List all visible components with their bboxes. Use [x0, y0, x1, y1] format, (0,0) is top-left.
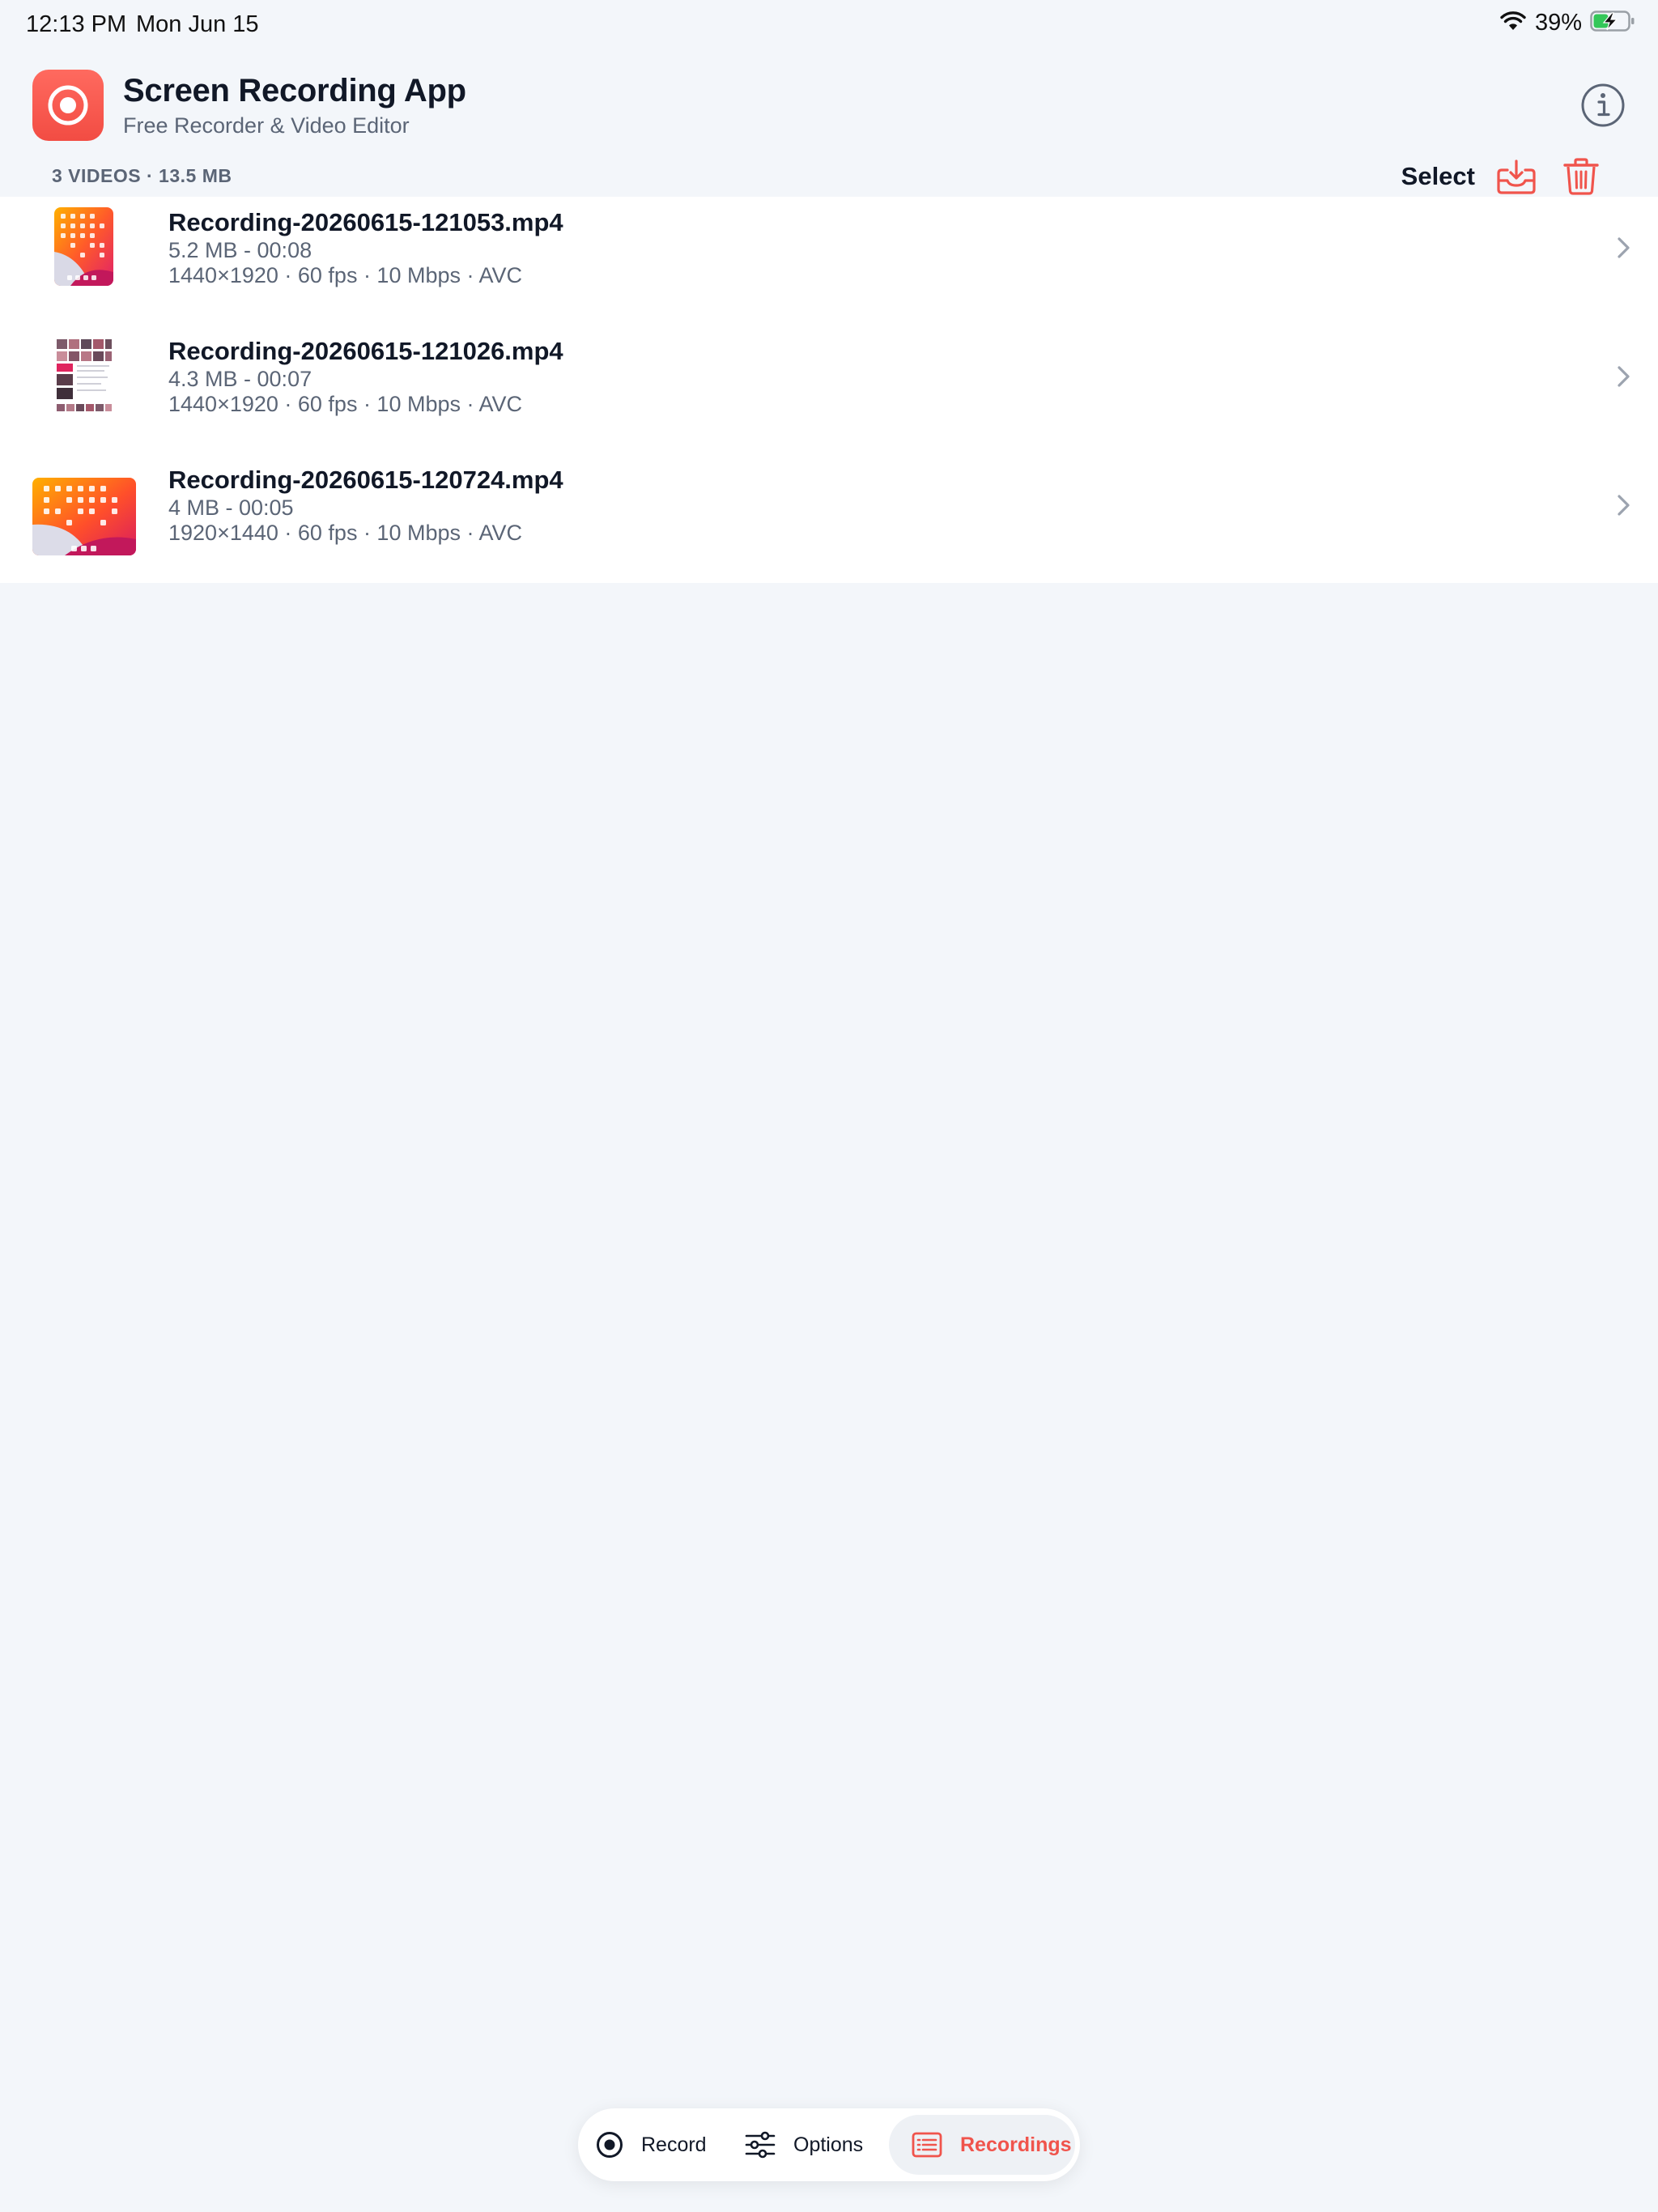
trash-icon[interactable] — [1562, 157, 1600, 196]
recording-size-duration: 4 MB - 00:05 — [168, 496, 294, 520]
tab-recordings[interactable]: Recordings — [889, 2115, 1075, 2175]
tab-record-label: Record — [641, 2133, 707, 2156]
tab-options[interactable]: Options — [745, 2115, 863, 2175]
app-header: Screen Recording App Free Recorder & Vid… — [32, 70, 1626, 143]
status-time: 12:13 PM — [26, 11, 127, 37]
recordings-list: Recording-20260615-121053.mp4 5.2 MB - 0… — [0, 197, 1658, 583]
record-icon — [32, 70, 104, 141]
recording-title: Recording-20260615-120724.mp4 — [168, 466, 563, 494]
battery-percent: 39% — [1534, 10, 1582, 36]
recording-title: Recording-20260615-121053.mp4 — [168, 208, 563, 236]
wifi-icon — [1499, 11, 1527, 36]
chevron-right-icon — [1614, 232, 1634, 263]
tab-options-label: Options — [793, 2133, 864, 2156]
info-icon[interactable] — [1580, 83, 1626, 128]
recording-specs: 1920×1440 · 60 fps · 10 Mbps · AVC — [168, 521, 523, 545]
list-item[interactable]: Recording-20260615-121026.mp4 4.3 MB - 0… — [0, 325, 1658, 454]
chevron-right-icon — [1614, 490, 1634, 521]
video-thumbnail — [54, 336, 113, 415]
video-count-label: 3 VIDEOS · 13.5 MB — [52, 165, 232, 186]
status-date: Mon Jun 15 — [136, 11, 259, 37]
video-thumbnail — [32, 478, 136, 555]
video-thumbnail — [54, 207, 113, 286]
recording-specs: 1440×1920 · 60 fps · 10 Mbps · AVC — [168, 392, 523, 416]
recording-title: Recording-20260615-121026.mp4 — [168, 337, 563, 365]
recording-specs: 1440×1920 · 60 fps · 10 Mbps · AVC — [168, 263, 523, 287]
app-subtitle: Free Recorder & Video Editor — [123, 113, 410, 138]
tab-bar: Record Options Recordings — [578, 2108, 1080, 2181]
select-button[interactable]: Select — [1401, 162, 1475, 191]
recording-size-duration: 4.3 MB - 00:07 — [168, 367, 312, 391]
app-title: Screen Recording App — [123, 73, 466, 108]
list-header: 3 VIDEOS · 13.5 MB Select — [0, 157, 1658, 196]
record-tab-icon — [597, 2132, 623, 2158]
list-item[interactable]: Recording-20260615-120724.mp4 4 MB - 00:… — [0, 454, 1658, 583]
status-indicators: 39% — [1499, 10, 1635, 36]
tab-recordings-label: Recordings — [960, 2133, 1072, 2156]
sliders-icon — [745, 2131, 776, 2159]
download-icon[interactable] — [1496, 159, 1537, 196]
list-item[interactable]: Recording-20260615-121053.mp4 5.2 MB - 0… — [0, 197, 1658, 325]
battery-charging-icon — [1590, 10, 1635, 36]
chevron-right-icon — [1614, 361, 1634, 392]
status-bar: 12:13 PM Mon Jun 15 39% — [0, 0, 1658, 52]
tab-record[interactable]: Record — [596, 2115, 707, 2175]
list-icon — [912, 2132, 942, 2158]
recording-size-duration: 5.2 MB - 00:08 — [168, 238, 312, 262]
